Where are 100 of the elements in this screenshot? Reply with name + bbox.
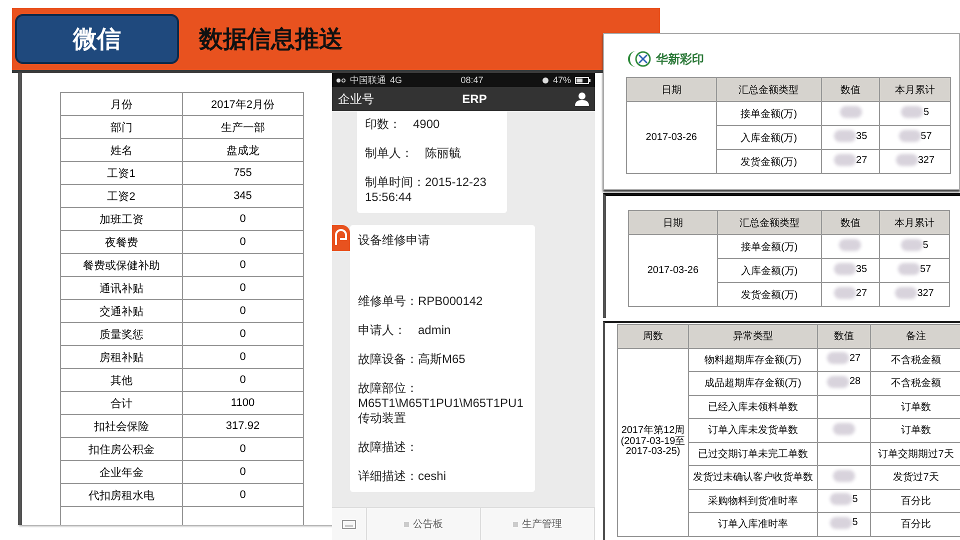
cell-value: 57 (920, 130, 932, 142)
table-cell: 姓名 (60, 138, 182, 162)
table-cell: 0 (182, 460, 304, 484)
back-link[interactable]: 企业号 (338, 90, 374, 108)
column-header: 汇总金额类型 (716, 78, 822, 102)
tab-item[interactable]: 公告板 (367, 508, 481, 540)
table-cell: 企业年金 (60, 460, 182, 484)
keyboard-icon (342, 520, 356, 528)
table-cell: 已经入库未领料单数 (688, 395, 818, 418)
table-cell: 2017年第12周 (2017-03-19至 2017-03-25) (618, 348, 688, 536)
logo-icon (626, 49, 652, 69)
column-header: 数值 (821, 210, 880, 234)
table-cell: 0 (182, 484, 304, 506)
column-header: 备注 (870, 324, 960, 348)
person-icon[interactable] (575, 92, 589, 106)
column-header: 数值 (818, 324, 870, 348)
tab-label: 公告板 (413, 518, 443, 531)
table-cell: 345 (182, 184, 304, 208)
message-line: 申请人： admin (358, 323, 452, 338)
column-header: 本月累计 (880, 210, 950, 234)
cell-value: 35 (856, 130, 868, 142)
cell-value: 57 (920, 264, 932, 274)
tab-item[interactable]: 生产管理 (481, 508, 595, 540)
cell-value: 27 (856, 154, 868, 166)
table-cell: 物料超期库存金额(万) (688, 348, 818, 372)
table-cell: 入库金额(万) (716, 126, 822, 150)
table-cell: 工资1 (60, 162, 182, 184)
battery-icon (575, 76, 591, 84)
table-cell: 订单入库准时率 (688, 512, 818, 536)
table-cell: 2017年2月份 (182, 92, 304, 116)
time-label: 08:47 (460, 75, 484, 85)
cell-value: 35 (856, 264, 868, 274)
table-cell: 扣社会保险 (60, 414, 182, 438)
column-header: 异常类型 (688, 324, 818, 348)
cell-value: 27 (849, 352, 861, 364)
table-cell: 0 (182, 208, 304, 230)
message-line: 故障部位： M65T1\M65T1PU1\M65T1PU1 传动装置 (358, 381, 524, 426)
table-cell: 工资2 (60, 184, 182, 208)
table-cell: 其他 (60, 368, 182, 392)
table-cell: 成品超期库存金额(万) (688, 372, 818, 395)
network-label: 4G (390, 75, 402, 85)
table-cell: 0 (182, 368, 304, 392)
carrier-label: 中国联通 (350, 74, 386, 86)
table-cell: 接单金额(万) (716, 102, 822, 126)
table-cell: 合计 (60, 392, 182, 414)
table-cell: 房租补贴 (60, 346, 182, 368)
message-line: 制单时间：2015-12-23 15:56:44 (365, 175, 488, 205)
message-line: 印数： 4900 (365, 117, 441, 132)
table-cell: 代扣房租水电 (60, 484, 182, 506)
table-cell: 317.92 (182, 414, 304, 438)
table-cell: 2017-03-26 (628, 234, 718, 306)
table-cell: 已过交期订单未完工单数 (688, 442, 818, 466)
table-cell: 盘成龙 (182, 138, 304, 162)
cell-value: 327 (918, 154, 935, 166)
column-header: 日期 (628, 210, 718, 234)
table-cell: 接单金额(万) (717, 234, 822, 258)
table-cell: 生产一部 (182, 116, 304, 138)
table-cell: 0 (182, 254, 304, 276)
table-cell: 通讯补贴 (60, 276, 182, 300)
table-cell: 2017-03-26 (626, 102, 716, 174)
table-cell: 采购物料到货准时率 (688, 489, 818, 512)
cell-value: 5 (852, 517, 858, 528)
table-cell: 0 (182, 438, 304, 460)
table-cell: 扣住房公积金 (60, 438, 182, 460)
column-header: 日期 (626, 78, 716, 102)
message-line: 故障设备：高斯M65 (358, 352, 466, 367)
battery-label: 47% (552, 75, 571, 85)
table-cell: 发货过未确认客户收货单数 (688, 466, 818, 489)
cell-value: 327 (917, 288, 934, 298)
column-header: 本月累计 (880, 78, 950, 102)
message-line: 制单人： 陈丽毓 (365, 146, 462, 161)
tab-label: 生产管理 (522, 518, 562, 531)
table-cell: 0 (182, 230, 304, 254)
logo-text: 华新彩印 (656, 50, 704, 68)
table-cell: 0 (182, 346, 304, 368)
column-header: 周数 (618, 324, 688, 348)
table-cell: 质量奖惩 (60, 322, 182, 346)
table-cell: 入库金额(万) (717, 258, 822, 282)
cell-value: 5 (923, 106, 929, 118)
message-line: 故障描述： (358, 440, 419, 455)
nav-title: ERP (461, 92, 488, 106)
column-header: 数值 (821, 78, 880, 102)
message-title: 设备维修申请 (358, 233, 431, 248)
cell-value: 28 (849, 376, 861, 388)
message-line: 详细描述：ceshi (358, 469, 448, 484)
table-cell: 755 (182, 162, 304, 184)
signal-icon (336, 78, 346, 82)
table-cell: 夜餐费 (60, 230, 182, 254)
message-line: 维修单号：RPB000142 (358, 294, 484, 309)
cell-value: 5 (852, 494, 858, 505)
table-cell: 发货金额(万) (716, 150, 822, 174)
cell-value: 5 (922, 240, 928, 250)
table-cell: 加班工资 (60, 208, 182, 230)
column-header: 汇总金额类型 (717, 210, 822, 234)
table-cell: 订单入库未发货单数 (688, 418, 818, 442)
table-cell: 1100 (182, 392, 304, 414)
table-cell: 交通补贴 (60, 300, 182, 322)
tab-label: 微信 (15, 14, 179, 64)
table-cell: 0 (182, 276, 304, 300)
table-cell: 部门 (60, 116, 182, 138)
